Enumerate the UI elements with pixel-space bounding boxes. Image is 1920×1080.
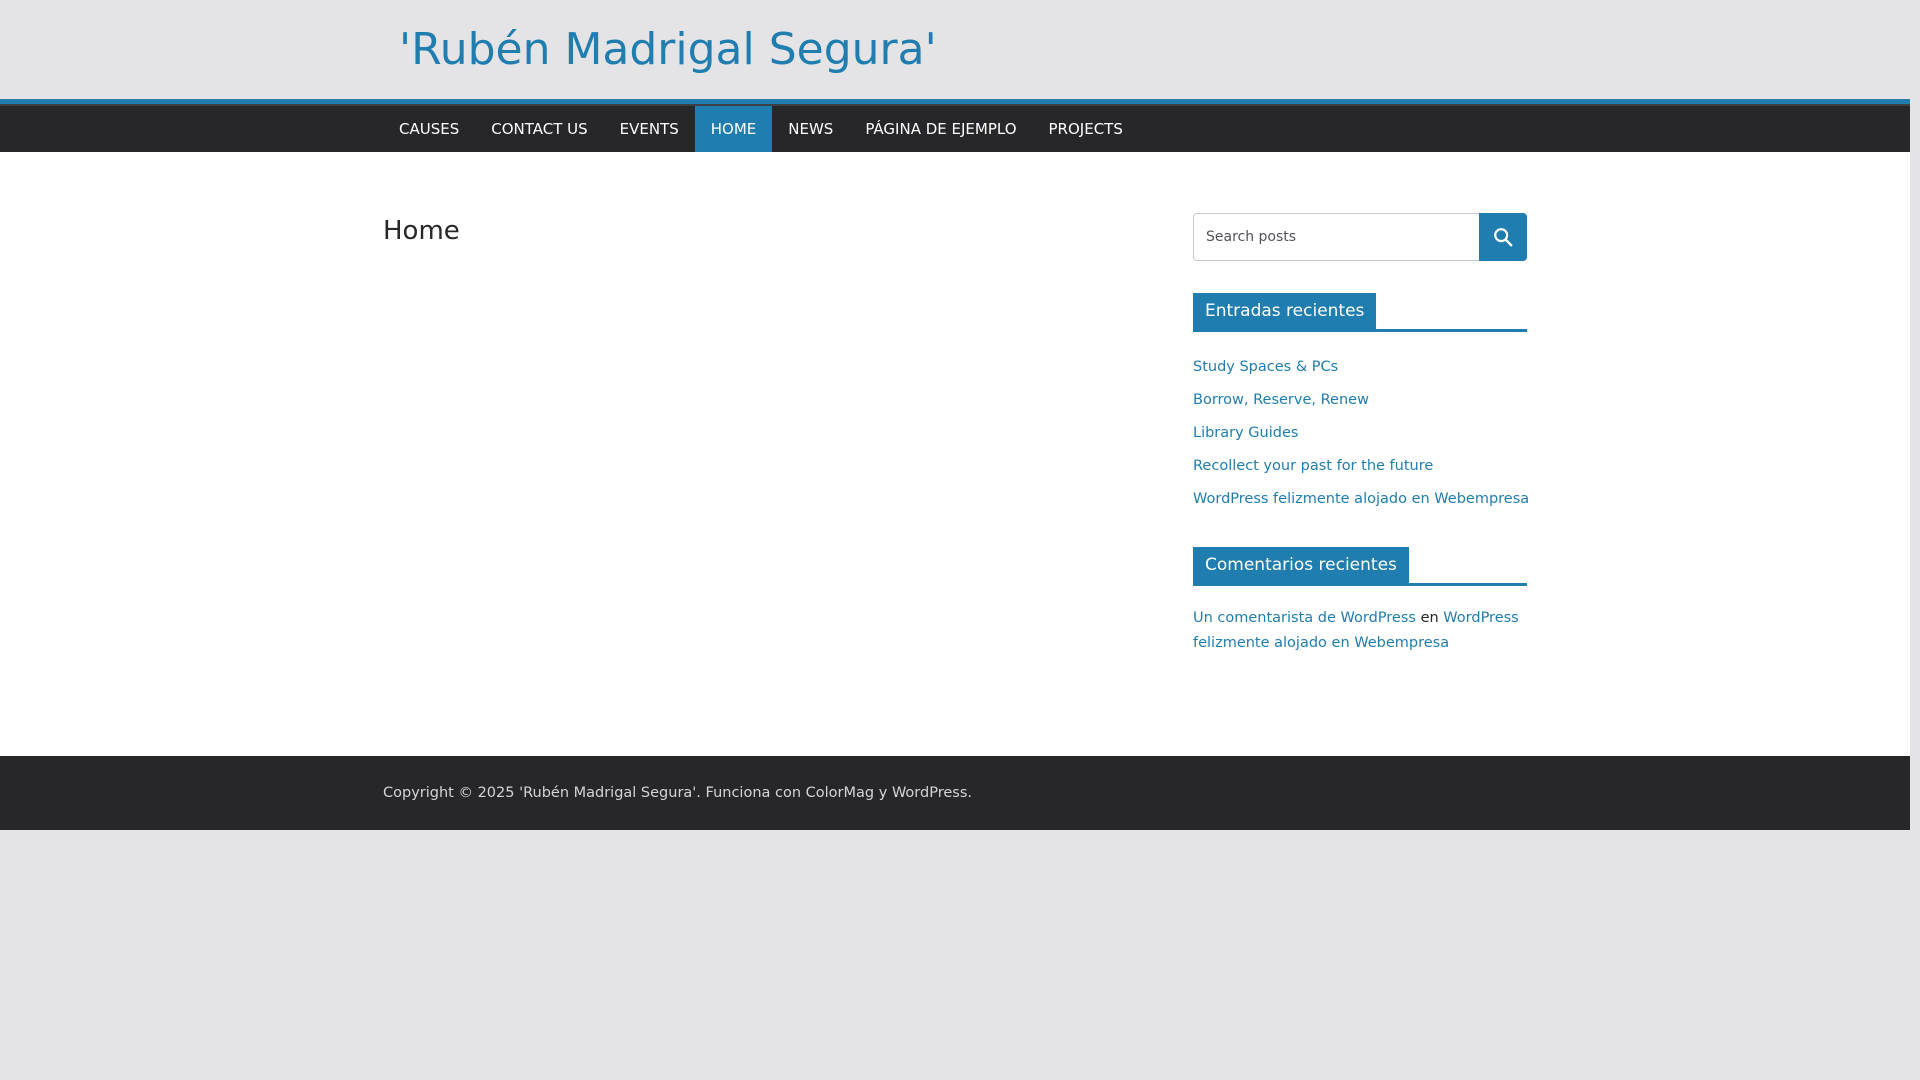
scrollbar[interactable] [1910, 0, 1920, 1080]
sidebar: Entradas recientes Study Spaces & PCs Bo… [1193, 213, 1529, 656]
nav-item-contact-us: CONTACT US [475, 106, 603, 152]
nav-link-projects[interactable]: PROJECTS [1033, 106, 1139, 152]
page: 'Rubén Madrigal Segura' CAUSES CONTACT U… [0, 0, 1910, 830]
footer-copyright: Copyright © 2025 'Rubén Madrigal Segura'… [383, 782, 972, 804]
nav-item-projects: PROJECTS [1033, 106, 1139, 152]
nav-link-news[interactable]: NEWS [772, 106, 849, 152]
recent-comment-item: Un comentarista de WordPress en WordPres… [1193, 606, 1527, 656]
list-item: Library Guides [1193, 422, 1528, 455]
search-icon [1494, 228, 1513, 247]
comment-connector: en [1420, 610, 1439, 626]
nav-item-home: HOME [694, 106, 773, 152]
list-item: Study Spaces & PCs [1193, 356, 1528, 389]
list-item: WordPress felizmente alojado en Webempre… [1193, 488, 1529, 521]
recent-comments-title: Comentarios recientes [1193, 547, 1409, 583]
list-item: Recollect your past for the future [1193, 455, 1528, 488]
nav-link-events[interactable]: EVENTS [604, 106, 695, 152]
recent-post-link[interactable]: WordPress felizmente alojado en Webempre… [1193, 491, 1529, 507]
recent-post-link[interactable]: Recollect your past for the future [1193, 458, 1433, 474]
recent-comments-header: Comentarios recientes [1193, 547, 1527, 586]
footer-site-link[interactable]: 'Rubén Madrigal Segura' [519, 785, 696, 801]
search-form [1193, 213, 1527, 261]
nav-link-contact-us[interactable]: CONTACT US [475, 106, 603, 152]
content-area: Home Entradas recientes Study Spaces & P… [0, 152, 1910, 756]
recent-posts-header: Entradas recientes [1193, 293, 1527, 332]
site-title-link[interactable]: 'Rubén Madrigal Segura' [399, 20, 937, 80]
footer-theme-link[interactable]: ColorMag [806, 785, 874, 801]
copyright-prefix: Copyright © 2025 [383, 785, 520, 801]
nav-link-causes[interactable]: CAUSES [383, 106, 475, 152]
nav-item-events: EVENTS [604, 106, 695, 152]
nav-item-news: NEWS [772, 106, 849, 152]
site-footer: Copyright © 2025 'Rubén Madrigal Segura'… [0, 756, 1910, 830]
site-header: 'Rubén Madrigal Segura' [0, 0, 1910, 100]
nav-item-pagina-de-ejemplo: PÁGINA DE EJEMPLO [849, 106, 1032, 152]
recent-posts-list: Study Spaces & PCs Borrow, Reserve, Rene… [1193, 356, 1529, 521]
recent-posts-title: Entradas recientes [1193, 293, 1377, 329]
comment-author-link[interactable]: Un comentarista de WordPress [1193, 610, 1416, 626]
list-item: Borrow, Reserve, Renew [1193, 389, 1528, 422]
nav-item-causes: CAUSES [383, 106, 475, 152]
nav-link-pagina-de-ejemplo[interactable]: PÁGINA DE EJEMPLO [849, 106, 1032, 152]
page-title: Home [383, 216, 460, 246]
nav-menu: CAUSES CONTACT US EVENTS HOME NEWS PÁGIN… [383, 106, 1139, 152]
footer-end: . [967, 785, 972, 801]
search-button[interactable] [1479, 213, 1527, 261]
search-input[interactable] [1193, 213, 1479, 261]
powered-text: . Funciona con [696, 785, 806, 801]
recent-posts-widget: Entradas recientes Study Spaces & PCs Bo… [1193, 293, 1529, 521]
footer-connector: y [874, 785, 892, 801]
main-navigation: CAUSES CONTACT US EVENTS HOME NEWS PÁGIN… [0, 104, 1910, 152]
recent-post-link[interactable]: Library Guides [1193, 425, 1298, 441]
footer-wordpress-link[interactable]: WordPress [892, 785, 967, 801]
nav-link-home[interactable]: HOME [694, 106, 773, 152]
recent-comments-widget: Comentarios recientes Un comentarista de… [1193, 547, 1528, 656]
recent-post-link[interactable]: Study Spaces & PCs [1193, 359, 1338, 375]
recent-post-link[interactable]: Borrow, Reserve, Renew [1193, 392, 1369, 408]
